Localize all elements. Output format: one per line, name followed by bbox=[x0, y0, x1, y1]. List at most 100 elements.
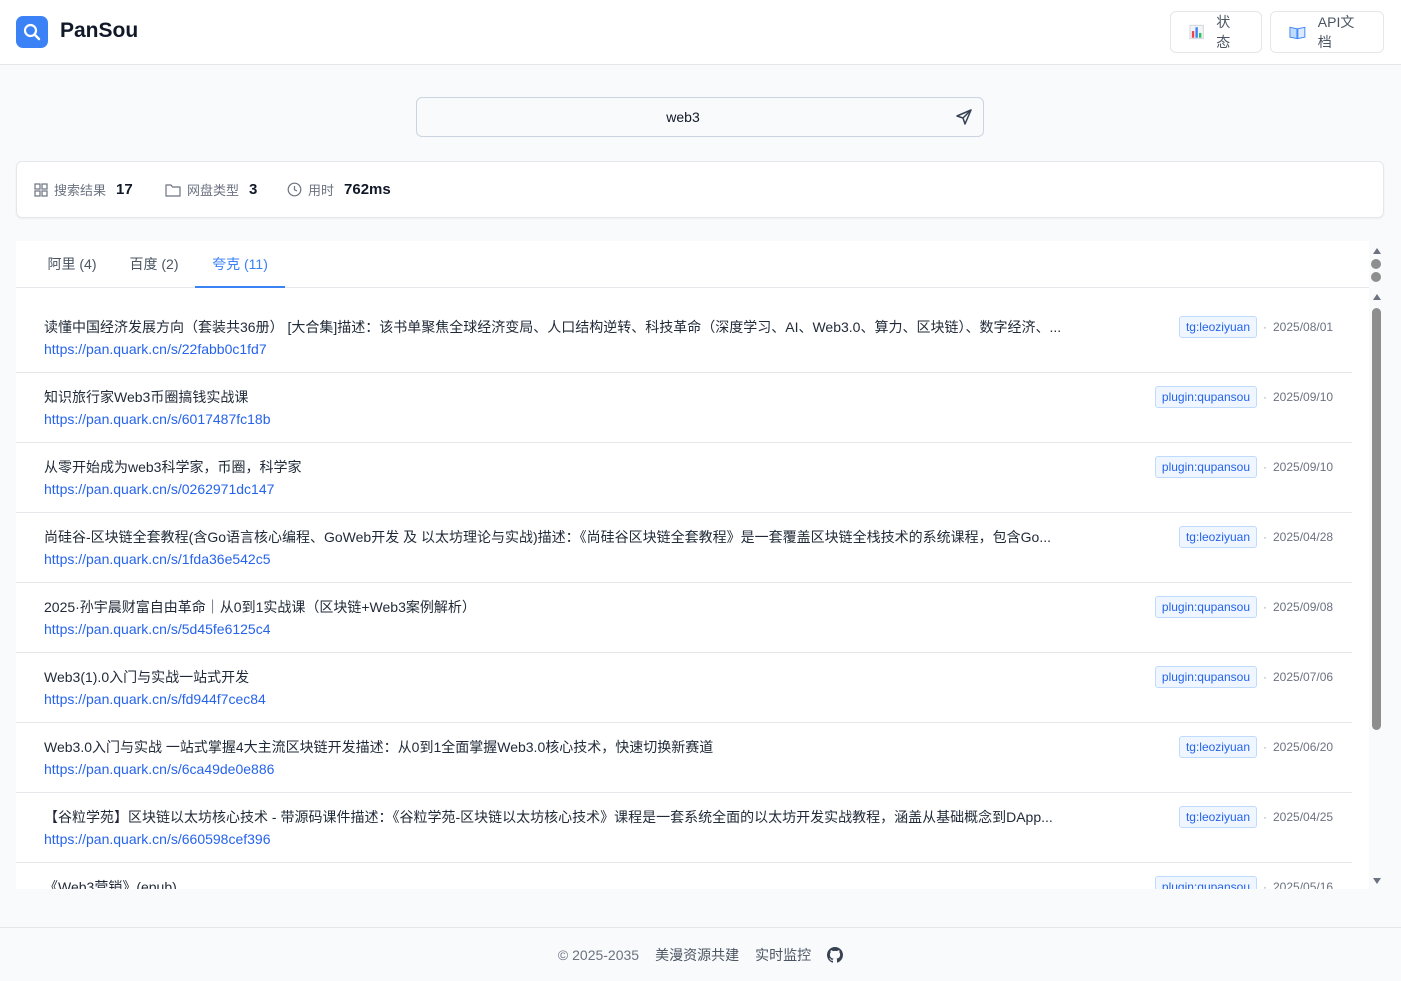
github-icon[interactable] bbox=[827, 946, 844, 963]
result-link[interactable]: https://pan.quark.cn/s/6ca49de0e886 bbox=[44, 761, 274, 777]
result-link[interactable]: https://pan.quark.cn/s/5d45fe6125c4 bbox=[44, 621, 271, 637]
scroll-thumb[interactable] bbox=[1372, 308, 1381, 730]
search-input[interactable] bbox=[457, 98, 909, 136]
result-title: 【谷粒学苑】区块链以太坊核心技术 - 带源码课件描述：《谷粒学苑-区块链以太坊核… bbox=[44, 809, 1053, 825]
stat-results-value: 17 bbox=[116, 181, 133, 198]
result-date: 2025/06/20 bbox=[1273, 740, 1334, 754]
tab-quark[interactable]: 夸克 (11) bbox=[195, 241, 285, 288]
result-date: 2025/09/10 bbox=[1273, 390, 1334, 404]
result-meta: tg:leoziyuan · 2025/04/25 bbox=[1178, 806, 1341, 828]
scroll-up-arrow-icon[interactable] bbox=[1372, 293, 1382, 301]
result-meta: tg:leoziyuan · 2025/08/01 bbox=[1178, 316, 1341, 338]
stats-bar: 搜索结果 17 网盘类型 3 用时 762ms bbox=[16, 161, 1384, 218]
footer: © 2025-2035 美漫资源共建 实时监控 bbox=[0, 927, 1401, 981]
chart-icon bbox=[1189, 24, 1204, 40]
result-link[interactable]: https://pan.quark.cn/s/660598cef396 bbox=[44, 831, 271, 847]
stat-results-label: 搜索结果 bbox=[54, 183, 107, 198]
result-title: 从零开始成为web3科学家，币圈，科学家 bbox=[44, 459, 302, 475]
tab-aliyun[interactable]: 阿里 (4) bbox=[32, 241, 112, 288]
scroll-dots bbox=[1371, 259, 1383, 285]
meta-separator: · bbox=[1263, 740, 1267, 754]
stat-types-label: 网盘类型 bbox=[187, 183, 240, 198]
result-row: 读懂中国经济发展方向（套装共36册） [大合集]描述：该书单聚焦全球经济变局、人… bbox=[16, 303, 1352, 373]
result-meta: plugin:qupansou · 2025/09/10 bbox=[1154, 386, 1341, 408]
scroll-down-arrow-icon[interactable] bbox=[1372, 877, 1382, 885]
results-scrollbar[interactable] bbox=[1369, 241, 1385, 889]
result-row: 知识旅行家Web3币圈搞钱实战课 https://pan.quark.cn/s/… bbox=[16, 373, 1352, 443]
result-meta: tg:leoziyuan · 2025/06/20 bbox=[1178, 736, 1341, 758]
result-link[interactable]: https://pan.quark.cn/s/1fda36e542c5 bbox=[44, 551, 271, 567]
tab-bar: 阿里 (4) 百度 (2) 夸克 (11) bbox=[16, 241, 1369, 288]
stat-time: 用时 762ms bbox=[287, 180, 391, 199]
result-row: Web3(1).0入门与实战一站式开发 https://pan.quark.cn… bbox=[16, 653, 1352, 723]
send-icon[interactable] bbox=[955, 108, 973, 126]
result-row: 【谷粒学苑】区块链以太坊核心技术 - 带源码课件描述：《谷粒学苑-区块链以太坊核… bbox=[16, 793, 1352, 863]
result-date: 2025/07/06 bbox=[1273, 670, 1334, 684]
folder-icon bbox=[165, 183, 181, 197]
stat-time-value: 762ms bbox=[344, 181, 391, 198]
meta-separator: · bbox=[1263, 320, 1267, 334]
meta-separator: · bbox=[1263, 390, 1267, 404]
scroll-up-arrow-icon[interactable] bbox=[1372, 247, 1382, 255]
status-button[interactable]: 状态 bbox=[1170, 11, 1262, 53]
meta-separator: · bbox=[1263, 880, 1267, 889]
source-badge: plugin:qupansou bbox=[1154, 456, 1257, 478]
result-date: 2025/05/16 bbox=[1273, 880, 1334, 889]
tab-baidu[interactable]: 百度 (2) bbox=[114, 241, 194, 288]
result-date: 2025/04/28 bbox=[1273, 530, 1334, 544]
app-title: PanSou bbox=[60, 19, 139, 42]
result-title: 《Web3营销》(epub) bbox=[44, 879, 177, 889]
result-title: Web3.0入门与实战 一站式掌握4大主流区块链开发描述：从0到1全面掌握Web… bbox=[44, 739, 714, 755]
copyright: © 2025-2035 bbox=[557, 946, 640, 963]
meta-separator: · bbox=[1263, 600, 1267, 614]
result-link[interactable]: https://pan.quark.cn/s/6017487fc18b bbox=[44, 411, 271, 427]
search-box bbox=[416, 97, 984, 137]
source-badge: plugin:qupansou bbox=[1154, 876, 1257, 889]
source-badge: tg:leoziyuan bbox=[1178, 526, 1257, 548]
result-date: 2025/04/25 bbox=[1273, 810, 1334, 824]
meta-separator: · bbox=[1263, 530, 1267, 544]
source-badge: tg:leoziyuan bbox=[1178, 806, 1257, 828]
meta-separator: · bbox=[1263, 460, 1267, 474]
logo[interactable] bbox=[16, 16, 48, 48]
result-row: Web3.0入门与实战 一站式掌握4大主流区块链开发描述：从0到1全面掌握Web… bbox=[16, 723, 1352, 793]
result-row: 2025·孙宇晨财富自由革命｜从0到1实战课（区块链+Web3案例解析） htt… bbox=[16, 583, 1352, 653]
api-docs-button[interactable]: API文档 bbox=[1270, 11, 1384, 53]
footer-link-community[interactable]: 美漫资源共建 bbox=[655, 945, 739, 965]
result-title: 尚硅谷-区块链全套教程(含Go语言核心编程、GoWeb开发 及 以太坊理论与实战… bbox=[44, 529, 1051, 545]
result-title: 2025·孙宇晨财富自由革命｜从0到1实战课（区块链+Web3案例解析） bbox=[44, 599, 476, 615]
result-title: 知识旅行家Web3币圈搞钱实战课 bbox=[44, 389, 249, 405]
footer-link-monitor[interactable]: 实时监控 bbox=[755, 945, 811, 965]
stat-results: 搜索结果 17 bbox=[34, 180, 133, 199]
result-date: 2025/09/08 bbox=[1273, 600, 1334, 614]
result-meta: plugin:qupansou · 2025/07/06 bbox=[1154, 666, 1341, 688]
meta-separator: · bbox=[1263, 810, 1267, 824]
result-meta: plugin:qupansou · 2025/09/08 bbox=[1154, 596, 1341, 618]
meta-separator: · bbox=[1263, 670, 1267, 684]
source-badge: plugin:qupansou bbox=[1154, 386, 1257, 408]
clock-icon bbox=[287, 182, 302, 197]
result-row: 从零开始成为web3科学家，币圈，科学家 https://pan.quark.c… bbox=[16, 443, 1352, 513]
result-row: 《Web3营销》(epub) plugin:qupansou · 2025/05… bbox=[16, 863, 1352, 889]
result-link[interactable]: https://pan.quark.cn/s/0262971dc147 bbox=[44, 481, 274, 497]
result-title: 读懂中国经济发展方向（套装共36册） [大合集]描述：该书单聚焦全球经济变局、人… bbox=[44, 319, 1062, 335]
result-link[interactable]: https://pan.quark.cn/s/22fabb0c1fd7 bbox=[44, 341, 267, 357]
grid-icon bbox=[34, 182, 48, 197]
results-panel: 阿里 (4) 百度 (2) 夸克 (11) 读懂中国经济发展方向（套装共36册）… bbox=[16, 241, 1369, 889]
source-badge: tg:leoziyuan bbox=[1178, 316, 1257, 338]
result-meta: tg:leoziyuan · 2025/04/28 bbox=[1178, 526, 1341, 548]
result-title: Web3(1).0入门与实战一站式开发 bbox=[44, 669, 250, 685]
stat-time-label: 用时 bbox=[308, 183, 335, 198]
stat-types: 网盘类型 3 bbox=[165, 180, 257, 199]
result-date: 2025/09/10 bbox=[1273, 460, 1334, 474]
result-list: 读懂中国经济发展方向（套装共36册） [大合集]描述：该书单聚焦全球经济变局、人… bbox=[16, 303, 1352, 889]
status-button-label: 状态 bbox=[1216, 14, 1231, 50]
result-meta: plugin:qupansou · 2025/05/16 bbox=[1154, 876, 1341, 889]
stat-types-value: 3 bbox=[249, 181, 258, 198]
result-date: 2025/08/01 bbox=[1273, 320, 1334, 334]
book-icon bbox=[1289, 26, 1306, 40]
result-row: 尚硅谷-区块链全套教程(含Go语言核心编程、GoWeb开发 及 以太坊理论与实战… bbox=[16, 513, 1352, 583]
result-link[interactable]: https://pan.quark.cn/s/fd944f7cec84 bbox=[44, 691, 266, 707]
source-badge: tg:leoziyuan bbox=[1178, 736, 1257, 758]
source-badge: plugin:qupansou bbox=[1154, 666, 1257, 688]
